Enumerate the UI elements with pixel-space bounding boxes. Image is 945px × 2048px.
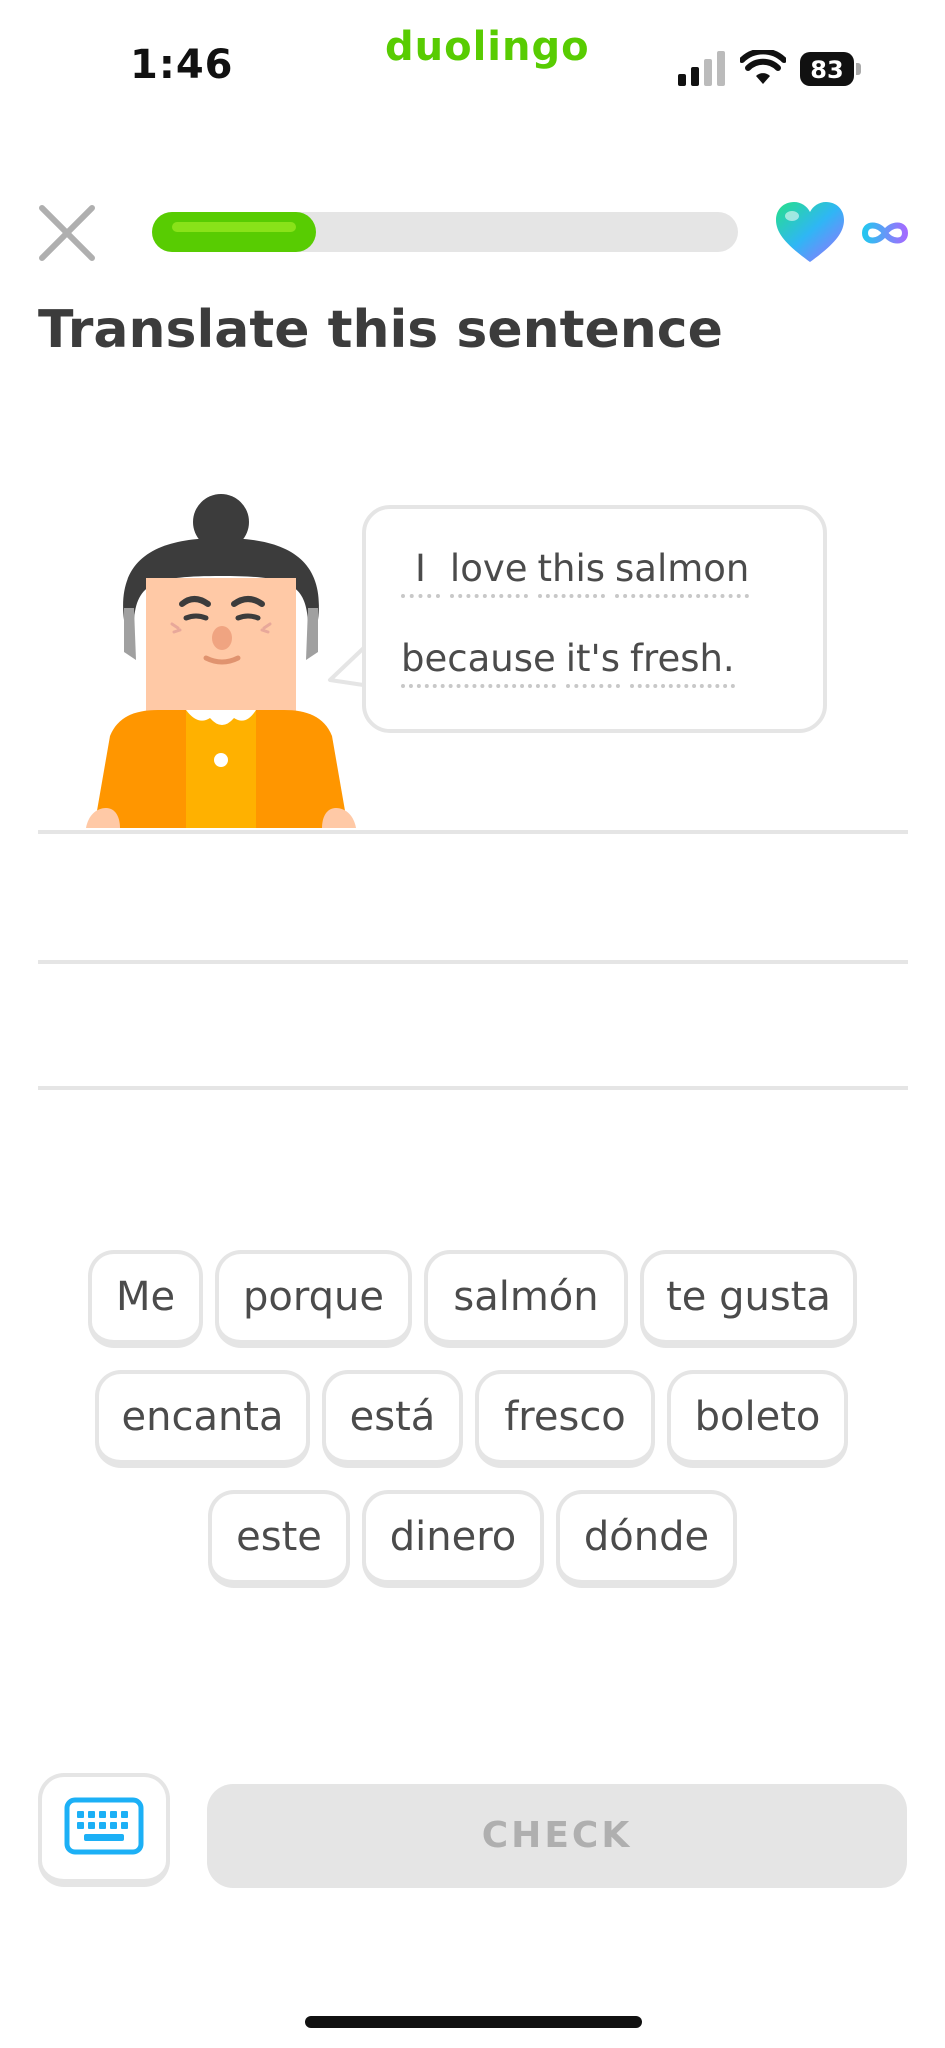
word-chip-esta[interactable]: está — [322, 1370, 463, 1468]
battery-icon: 83 — [800, 52, 862, 86]
word-chip-este[interactable]: este — [208, 1490, 350, 1588]
speech-bubble: Ilove this salmon because it's fresh. — [362, 505, 827, 733]
infinity-icon — [861, 222, 909, 244]
sentence-word[interactable]: fresh. — [630, 637, 735, 688]
word-chip-fresco[interactable]: fresco — [475, 1370, 655, 1468]
character-illustration — [86, 494, 356, 828]
word-chip-me[interactable]: Me — [88, 1250, 203, 1348]
sentence-word[interactable]: I — [401, 547, 440, 598]
lesson-progress-fill — [152, 212, 317, 252]
heart-icon[interactable] — [774, 200, 846, 266]
sentence-line-1: Ilove this salmon — [401, 547, 759, 598]
wifi-icon — [740, 50, 786, 84]
lesson-progress-bar — [152, 212, 738, 252]
word-chip-porque[interactable]: porque — [215, 1250, 412, 1348]
close-icon[interactable] — [36, 202, 98, 264]
cellular-signal-icon — [678, 51, 725, 86]
page-title: Translate this sentence — [38, 300, 723, 360]
sentence-word[interactable]: salmon — [615, 547, 750, 598]
sentence-word[interactable]: it's — [565, 637, 621, 688]
word-chip-salmon[interactable]: salmón — [424, 1250, 628, 1348]
answer-line — [38, 830, 908, 834]
word-chip-dinero[interactable]: dinero — [362, 1490, 544, 1588]
word-chip-te-gusta[interactable]: te gusta — [640, 1250, 857, 1348]
answer-line — [38, 960, 908, 964]
check-button[interactable]: CHECK — [207, 1784, 907, 1888]
keyboard-button[interactable] — [38, 1773, 170, 1887]
sentence-word[interactable]: this — [537, 547, 606, 598]
sentence-word[interactable]: love — [449, 547, 528, 598]
sentence-line-2: because it's fresh. — [401, 637, 745, 688]
sentence-word[interactable]: because — [401, 637, 556, 688]
battery-level: 83 — [810, 56, 844, 84]
home-indicator[interactable] — [305, 2016, 642, 2028]
status-time: 1:46 — [130, 42, 234, 88]
duolingo-logo: duolingo — [385, 24, 590, 70]
answer-line — [38, 1086, 908, 1090]
word-chip-donde[interactable]: dónde — [556, 1490, 737, 1588]
keyboard-icon — [64, 1797, 144, 1855]
word-chip-boleto[interactable]: boleto — [667, 1370, 848, 1468]
word-chip-encanta[interactable]: encanta — [95, 1370, 310, 1468]
